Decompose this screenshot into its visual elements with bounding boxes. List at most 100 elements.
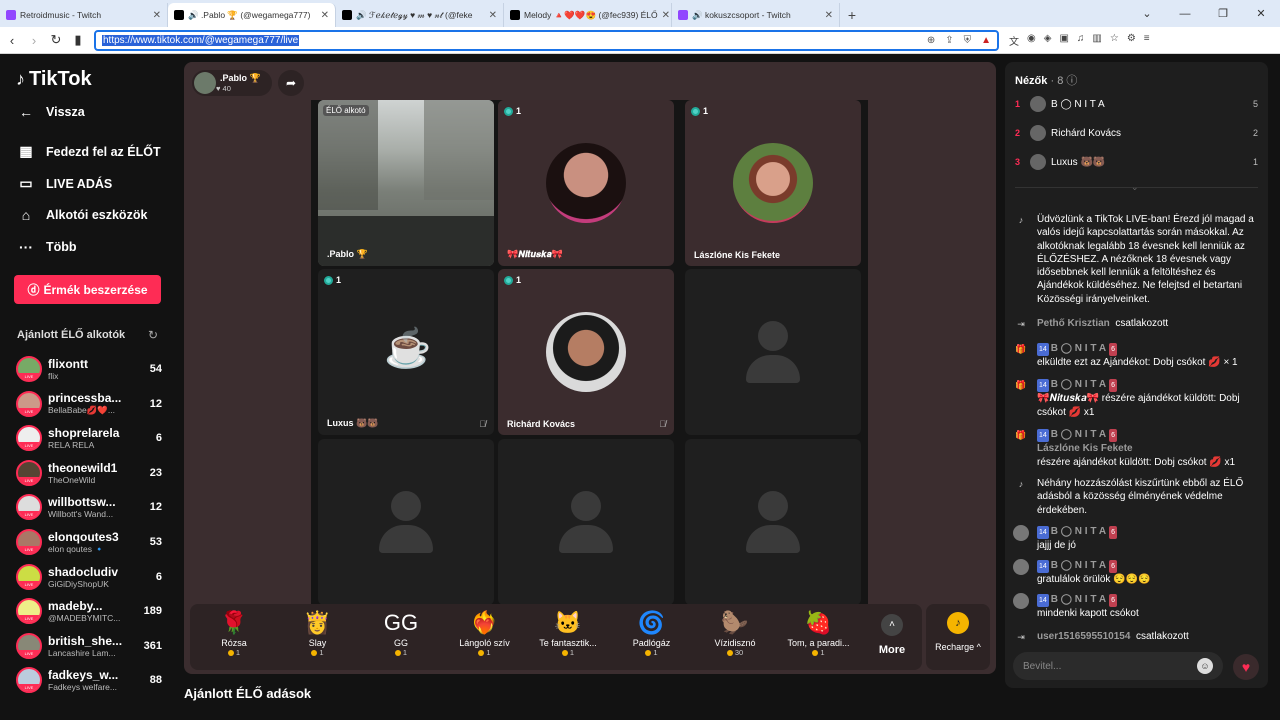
recommended-account[interactable]: LIVE british_she... Lancashire Lam... 36…: [16, 630, 162, 662]
gift-item[interactable]: 🌀 Padlógáz 1: [612, 610, 692, 657]
guest-cell[interactable]: 1 Lászlóne Kis Fekete: [685, 100, 861, 266]
recommended-account[interactable]: LIVE shadocludiv GiGiDiyShopUK 6: [16, 561, 162, 593]
more-gifts-button[interactable]: ˄ More: [872, 614, 912, 656]
guest-cell-host[interactable]: ÉLŐ alkotó .Pablo 🏆: [318, 100, 494, 266]
forward-icon[interactable]: ›: [24, 30, 44, 50]
viewer-row[interactable]: 3 Luxus 🐻🐻 1: [1015, 154, 1258, 170]
expand-chevron-icon[interactable]: ⌄: [1131, 182, 1139, 193]
url-field[interactable]: https://www.tiktok.com/@wegamega777/live…: [94, 29, 999, 51]
reload-icon[interactable]: ↻: [46, 30, 66, 50]
avatar[interactable]: [1013, 559, 1029, 575]
gift-item[interactable]: 👸 Slay 1: [278, 610, 358, 657]
music-icon[interactable]: ♫: [1077, 33, 1085, 48]
browser-tab[interactable]: 🔊 ℱℯ𝓀ℯ𝓉ℯℊ𝓎 ♥ 𝓂 ♥ 𝓃𝓉 (@feke ✕: [336, 3, 504, 27]
extension-icon[interactable]: ◉: [1027, 33, 1036, 48]
tiktok-icon: ♪: [1018, 215, 1024, 226]
avatar: LIVE: [16, 390, 42, 417]
close-tab-icon[interactable]: ✕: [489, 10, 497, 21]
extension-icon[interactable]: ▣: [1059, 33, 1068, 48]
back-icon[interactable]: ‹: [2, 30, 22, 50]
account-nickname: Willbott's Wand...: [48, 509, 114, 520]
account-nickname: BellaBabe💋❤️...: [48, 405, 116, 416]
emoji-icon[interactable]: ☺: [1197, 658, 1213, 674]
url-text: https://www.tiktok.com/@wegamega777/live: [102, 34, 300, 46]
recommended-account[interactable]: LIVE theonewild1 TheOneWild 23: [16, 457, 162, 489]
muted-mic-icon: 🎙̸: [479, 419, 486, 429]
tiktok-icon: [174, 10, 184, 20]
host-name: .Pablo 🏆: [220, 73, 261, 83]
shield-icon[interactable]: ⛨: [964, 35, 972, 46]
guest-cell[interactable]: 1 🎀𝑵𝒊𝒕𝒖𝒔𝒌𝒂🎀: [498, 100, 674, 266]
gift-item[interactable]: 🦫 Vízidisznó 30: [695, 610, 775, 657]
gift-item[interactable]: 🐱 Te fantasztik... 1: [528, 610, 608, 657]
empty-seat[interactable]: [318, 439, 494, 605]
sidebar-icon[interactable]: ▥: [1092, 33, 1101, 48]
account-name: princessba...: [48, 391, 122, 406]
empty-seat[interactable]: [498, 439, 674, 605]
viewer-row[interactable]: 1B ◯ N I T A5: [1015, 96, 1258, 112]
recharge-button[interactable]: ♪ Recharge ^: [926, 604, 990, 670]
browser-tab[interactable]: Retroidmusic - Twitch ✕: [0, 3, 168, 27]
like-heart-button[interactable]: ♥: [1233, 654, 1259, 680]
recommended-account[interactable]: LIVE princessba... BellaBabe💋❤️... 12: [16, 388, 162, 420]
translate-icon[interactable]: 文: [1009, 33, 1019, 48]
empty-seat[interactable]: [685, 439, 861, 605]
bookmark-icon[interactable]: ▮: [68, 30, 88, 50]
recommended-account[interactable]: LIVE fadkeys_w... Fadkeys welfare... 88: [16, 664, 162, 696]
host-info[interactable]: .Pablo 🏆 ♥ 40: [192, 70, 272, 96]
restore-icon[interactable]: ❐: [1204, 0, 1242, 27]
menu-icon[interactable]: ≡: [1144, 33, 1150, 48]
avatar[interactable]: [1013, 593, 1029, 609]
close-tab-icon[interactable]: ✕: [662, 10, 670, 21]
recommended-account[interactable]: LIVE shoprelarela RELA RELA 6: [16, 422, 162, 454]
nav-more[interactable]: ··· Több: [18, 239, 77, 255]
get-coins-button[interactable]: ⓓ Érmék beszerzése: [14, 275, 161, 304]
avatar[interactable]: [1013, 525, 1029, 541]
share-button[interactable]: ➦: [278, 70, 304, 96]
nav-explore-live[interactable]: ▦ Fedezd fel az ÉLŐT: [18, 143, 160, 160]
gift-item[interactable]: ❤️‍🔥 Lángoló szív 1: [445, 610, 525, 657]
gift-item[interactable]: 🌹 Rózsa 1: [194, 610, 274, 657]
empty-seat[interactable]: [685, 269, 861, 435]
settings-icon[interactable]: ⚙: [1127, 33, 1136, 48]
new-tab-button[interactable]: +: [840, 3, 864, 27]
recommended-account[interactable]: LIVE willbottsw... Willbott's Wand... 12: [16, 491, 162, 523]
tiktok-logo[interactable]: ♪ TikTok: [16, 68, 92, 91]
browser-tab[interactable]: 🔊 kokuszcsoport - Twitch ✕: [672, 3, 840, 27]
warning-icon[interactable]: ▲: [981, 35, 991, 46]
avatar: [546, 312, 626, 392]
recommended-account[interactable]: LIVE madeby... @MADEBYMITC... 189: [16, 595, 162, 627]
guest-cell[interactable]: 1 ☕ Luxus 🐻🐻 🎙̸: [318, 269, 494, 435]
recommended-account[interactable]: LIVE elonqoutes3 elon qoutes 🔹 53: [16, 526, 162, 558]
viewers-header[interactable]: Nézők · 8 ⓘ: [1015, 72, 1077, 88]
tab-search-icon[interactable]: ⌄: [1128, 0, 1166, 27]
live-badge: LIVE: [18, 476, 40, 484]
guest-badge: 1: [504, 106, 521, 116]
gift-item[interactable]: 🍓 Tom, a paradi... 1: [779, 610, 859, 657]
chat-message: 14 B ◯ N I T A 6 mindenki kapott csókot: [1013, 593, 1261, 621]
share-icon[interactable]: ⇪: [945, 35, 953, 46]
viewer-row[interactable]: 2 Richárd Kovács 2: [1015, 125, 1258, 141]
chat-input[interactable]: Bevitel... ☺: [1013, 652, 1223, 680]
zoom-icon[interactable]: ⊕: [927, 35, 935, 46]
minimize-icon[interactable]: —: [1166, 0, 1204, 27]
close-tab-icon[interactable]: ✕: [153, 10, 161, 21]
nav-creator-tools[interactable]: ⌂ Alkotói eszközök: [18, 207, 148, 223]
nav-go-live[interactable]: ▭ LIVE ADÁS: [18, 175, 112, 192]
close-window-icon[interactable]: ✕: [1242, 0, 1280, 27]
account-name: flixontt: [48, 357, 88, 371]
refresh-icon[interactable]: ↻: [148, 328, 158, 342]
gift-item[interactable]: GG GG 1: [361, 610, 441, 657]
info-icon[interactable]: ⓘ: [1066, 75, 1077, 87]
browser-tab[interactable]: Melody 🔺❤️❤️😍 (@fec939) ÉLŐ ✕: [504, 3, 672, 27]
live-badge: LIVE: [18, 580, 40, 588]
recommended-account[interactable]: LIVE flixontt flix 54: [16, 353, 162, 385]
browser-tab-active[interactable]: 🔊 .Pablo 🏆 (@wegamega777) ✕: [168, 3, 336, 27]
guest-cell[interactable]: 1 Richárd Kovács 🎙̸: [498, 269, 674, 435]
back-link[interactable]: ← Vissza: [18, 104, 85, 120]
extension-icon[interactable]: ◈: [1044, 33, 1052, 48]
favorites-icon[interactable]: ☆: [1110, 33, 1119, 48]
close-tab-icon[interactable]: ✕: [825, 10, 833, 21]
close-tab-icon[interactable]: ✕: [321, 10, 329, 21]
join-message: ⇥ Pethő Krisztian csatlakozott: [1013, 317, 1261, 333]
